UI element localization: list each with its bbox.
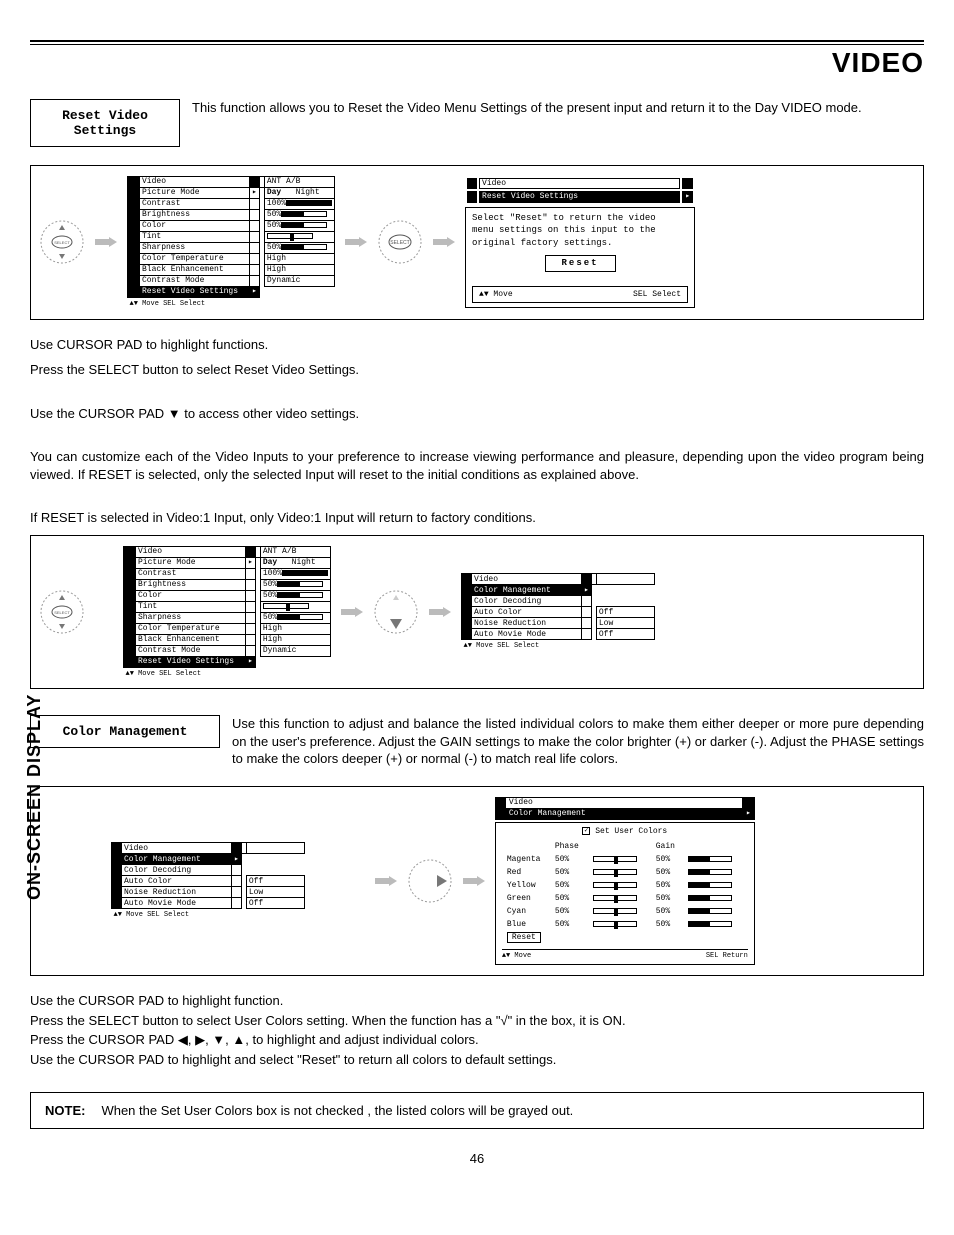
page-number: 46 xyxy=(30,1151,924,1166)
osd-video-submenu-2: Video Color Management ▸ Color Decoding … xyxy=(111,842,305,920)
page-title: VIDEO xyxy=(30,47,924,79)
note-box: NOTE:When the Set User Colors box is not… xyxy=(30,1092,924,1129)
cursor-down-icon xyxy=(373,589,419,635)
section2-intro: Use this function to adjust and balance … xyxy=(232,715,924,768)
section-heading-color-mgmt: Color Management xyxy=(30,715,220,748)
cursor-right-icon xyxy=(407,858,453,904)
select-button-icon: SELECT xyxy=(377,219,423,265)
arrow-right-icon xyxy=(95,237,117,247)
arrow-right-icon xyxy=(433,237,455,247)
osd-video-menu-2: Video ANT A/B Picture Mode ▸ Day Night C… xyxy=(123,546,331,679)
arrow-right-icon xyxy=(345,237,367,247)
osd-video-menu: Video ANT A/B Picture Mode ▸ Day Night C… xyxy=(127,176,335,309)
diagram-color-mgmt-flow: Video Color Management ▸ Color Decoding … xyxy=(30,786,924,976)
arrow-right-icon xyxy=(429,607,451,617)
arrow-right-icon xyxy=(463,876,485,886)
section1-intro: This function allows you to Reset the Vi… xyxy=(192,99,924,117)
svg-text:SELECT: SELECT xyxy=(390,240,409,246)
arrow-right-icon xyxy=(375,876,397,886)
svg-text:SELECT: SELECT xyxy=(54,240,70,245)
section-heading-reset: Reset Video Settings xyxy=(30,99,180,147)
reset-button[interactable]: Reset xyxy=(545,255,616,272)
svg-text:SELECT: SELECT xyxy=(54,610,70,615)
cursor-pad-icon: SELECT xyxy=(39,589,85,635)
osd-color-management: Video Color Management▸ ✓ Set User Color… xyxy=(495,797,755,965)
diagram-reset-flow-2: SELECT Video ANT A/B Picture Mode ▸ Day … xyxy=(30,535,924,690)
osd-reset-confirm: Video Reset Video Settings▸ Select "Rese… xyxy=(465,176,695,308)
sidebar-label: ON-SCREEN DISPLAY xyxy=(24,694,45,900)
arrow-right-icon xyxy=(341,607,363,617)
cursor-pad-icon: SELECT xyxy=(39,219,85,265)
diagram-reset-flow-1: SELECT Video ANT A/B Picture Mode ▸ Day … xyxy=(30,165,924,320)
osd-video-submenu: Video Color Management ▸ Color Decoding … xyxy=(461,573,655,651)
